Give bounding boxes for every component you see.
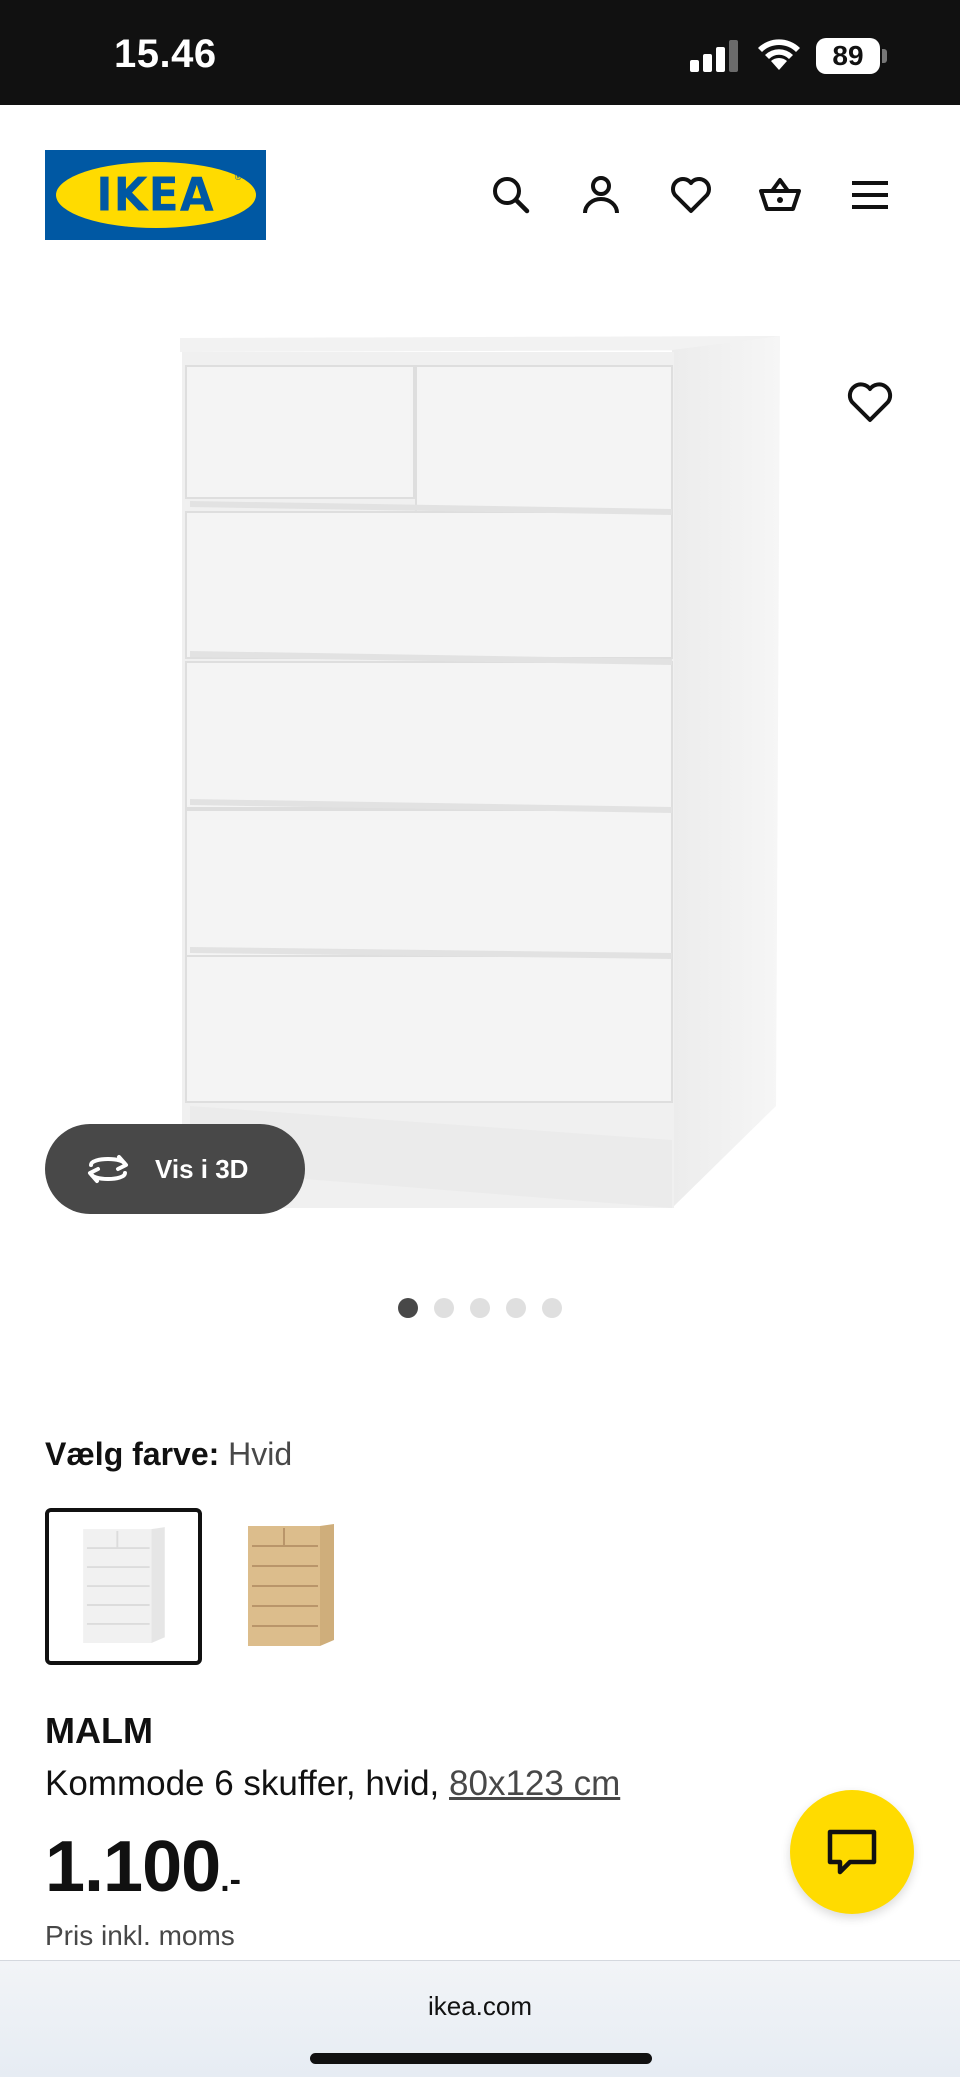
basket-icon[interactable] [758,173,802,217]
site-header: IKEA ® [0,105,960,285]
browser-url[interactable]: ikea.com [0,1991,960,2022]
rotate-3d-icon [88,1155,128,1183]
chat-button[interactable] [790,1790,914,1914]
browser-address-bar[interactable]: ikea.com [0,1960,960,2077]
gallery-dot[interactable] [434,1298,454,1318]
product-dimensions-link[interactable]: 80x123 cm [449,1764,620,1803]
dresser-image [180,336,780,1208]
product-image[interactable] [0,300,960,1260]
chat-icon [827,1829,877,1875]
price-note: Pris inkl. moms [45,1920,235,1951]
color-picker-label: Vælg farve: Hvid [45,1436,293,1472]
gallery-dot[interactable] [542,1298,562,1318]
gallery-dot[interactable] [506,1298,526,1318]
menu-icon[interactable] [848,173,892,217]
product-price: 1.100.- [45,1827,241,1907]
cellular-signal-icon [690,40,738,72]
ikea-logo[interactable]: IKEA ® [45,150,266,240]
battery-level: 89 [816,38,880,74]
wifi-icon [758,39,800,70]
search-icon[interactable] [489,173,533,217]
product-name: MALM [45,1710,153,1751]
favourites-icon[interactable] [669,173,713,217]
view-in-3d-label: Vis i 3D [155,1153,249,1184]
status-bar: 15.46 89 [0,0,960,105]
battery-icon: 89 [816,38,888,74]
color-option-white[interactable] [45,1508,202,1665]
view-in-3d-button[interactable]: Vis i 3D [45,1124,305,1214]
logo-text: IKEA [96,168,215,222]
product-description: Kommode 6 skuffer, hvid, 80x123 cm [45,1764,621,1803]
account-icon[interactable] [579,173,623,217]
gallery-dot[interactable] [470,1298,490,1318]
save-favourite-icon[interactable] [846,380,894,424]
gallery-pagination [398,1298,562,1318]
selected-color: Hvid [228,1436,293,1472]
gallery-dot[interactable] [398,1298,418,1318]
color-option-oak[interactable] [212,1508,369,1665]
home-indicator[interactable] [310,2053,652,2064]
status-time: 15.46 [114,32,217,76]
